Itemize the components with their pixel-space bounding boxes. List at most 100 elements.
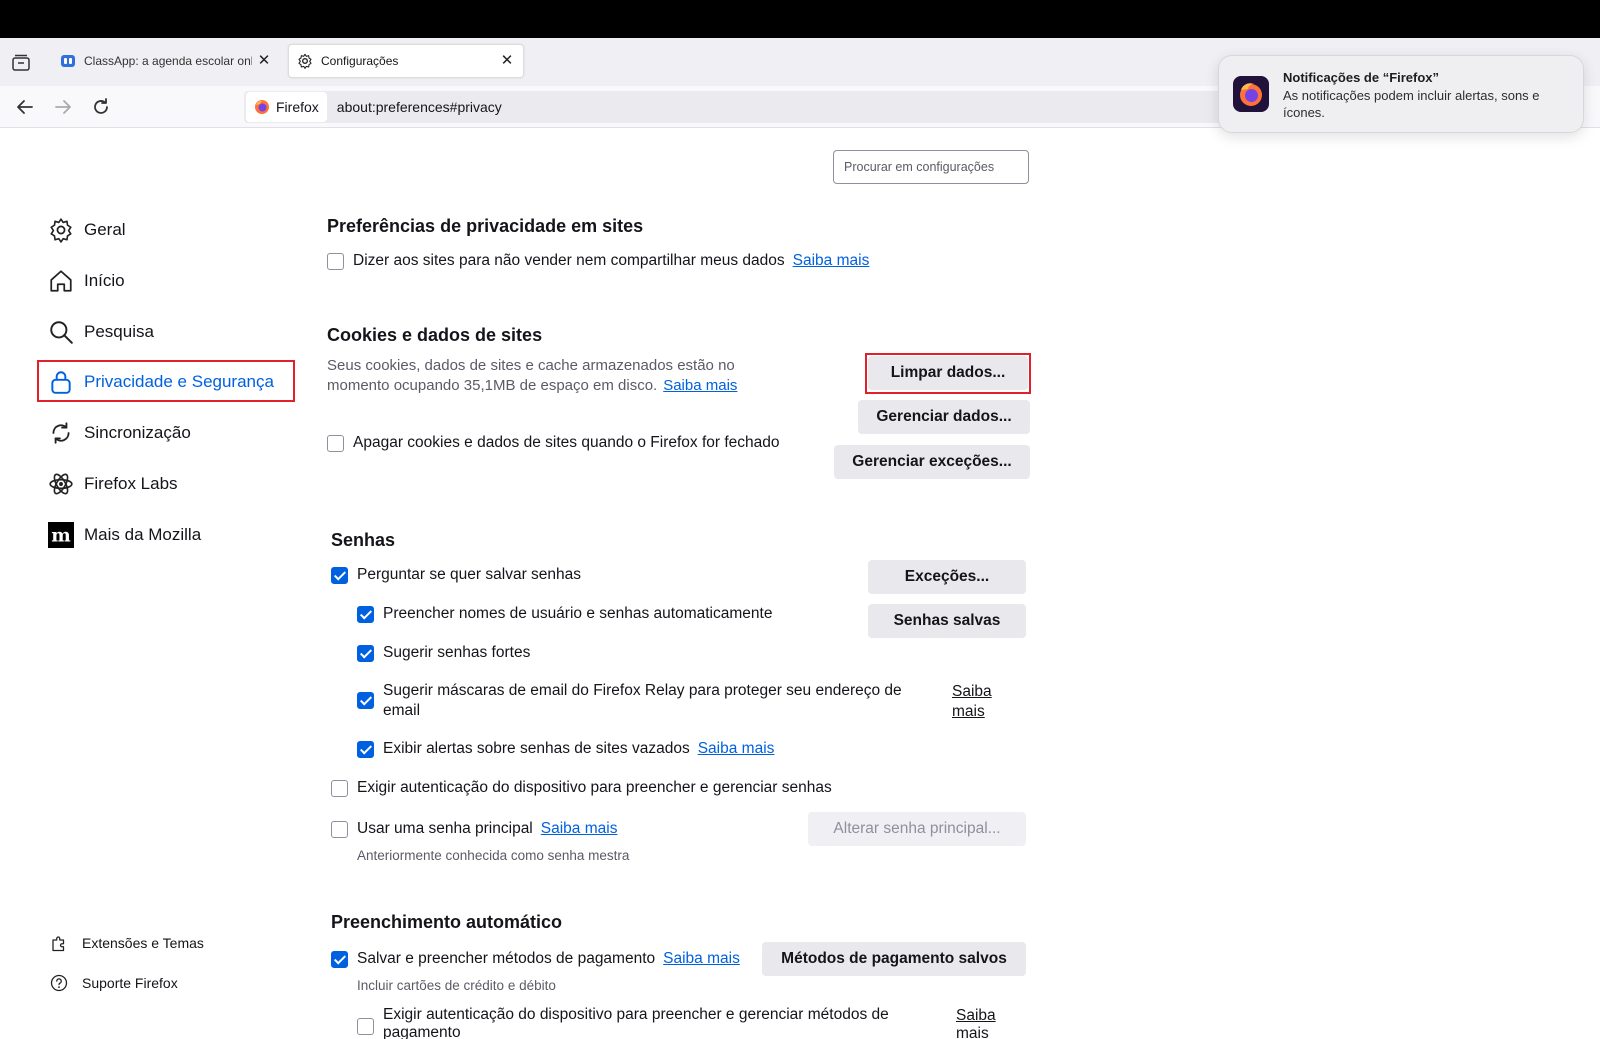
close-tab-icon[interactable]: ✕ <box>256 53 272 69</box>
manage-data-button[interactable]: Gerenciar dados... <box>858 400 1030 434</box>
lock-icon <box>48 369 74 395</box>
gpc-label: Dizer aos sites para não vender nem comp… <box>353 252 785 269</box>
payment-auth-checkbox[interactable] <box>357 1018 374 1035</box>
relay-checkbox[interactable] <box>357 692 374 709</box>
sidebar-footer-extensions[interactable]: Extensões e Temas <box>50 932 204 954</box>
breach-alerts-label: Exibir alertas sobre senhas de sites vaz… <box>383 740 690 757</box>
gpc-row: Dizer aos sites para não vender nem comp… <box>327 252 869 270</box>
password-exceptions-button[interactable]: Exceções... <box>868 560 1026 594</box>
saved-passwords-button[interactable]: Senhas salvas <box>868 604 1026 638</box>
sidebar-item-label: Firefox Labs <box>84 474 178 493</box>
classapp-favicon-icon <box>60 53 76 69</box>
notification-title: Notificações de “Firefox” <box>1283 70 1440 85</box>
clear-data-highlight-box <box>865 353 1031 394</box>
payment-auth-label-line2: pagamento <box>383 1024 461 1039</box>
identity-box[interactable]: Firefox <box>246 92 327 122</box>
sidebar-item-label: Mais da Mozilla <box>84 525 202 544</box>
ask-save-row: Perguntar se quer salvar senhas <box>331 566 581 584</box>
tab-label: Configurações <box>321 54 399 68</box>
delete-on-close-label: Apagar cookies e dados de sites quando o… <box>353 434 780 451</box>
payment-auth-label-line1: Exigir autenticação do dispositivo para … <box>383 1006 889 1023</box>
payment-note: Incluir cartões de crédito e débito <box>357 978 556 993</box>
autofill-logins-row: Preencher nomes de usuário e senhas auto… <box>357 605 772 623</box>
tab-configuracoes[interactable]: Configurações ✕ <box>288 44 524 78</box>
sidebar-item-label: Sincronização <box>84 423 191 442</box>
primary-password-label: Usar uma senha principal <box>357 820 533 837</box>
payment-auth-learn-more-link-2[interactable]: mais <box>956 1024 989 1039</box>
sidebar-item-privacidade[interactable]: Privacidade e Segurança <box>48 367 274 397</box>
relay-label-line2: email <box>383 702 421 719</box>
tab-manager-icon[interactable] <box>10 52 32 74</box>
suggest-strong-label: Sugerir senhas fortes <box>383 644 531 661</box>
tab-classapp[interactable]: ClassApp: a agenda escolar online ✕ <box>52 44 280 78</box>
sidebar-item-label: Pesquisa <box>84 322 154 341</box>
close-tab-icon[interactable]: ✕ <box>499 53 515 69</box>
payment-methods-label: Salvar e preencher métodos de pagamento <box>357 950 656 967</box>
payment-learn-more-link[interactable]: Saiba mais <box>663 950 740 968</box>
cookies-learn-more-link[interactable]: Saiba mais <box>663 376 737 396</box>
sidebar-item-inicio[interactable]: Início <box>48 266 125 296</box>
sidebar-item-firefox-labs[interactable]: Firefox Labs <box>48 469 178 499</box>
notification-body: As notificações podem incluir alertas, s… <box>1283 88 1540 120</box>
system-notification[interactable]: Notificações de “Firefox” As notificaçõe… <box>1218 55 1584 133</box>
home-icon <box>48 268 74 294</box>
help-icon <box>50 974 68 992</box>
payment-auth-learn-more-link[interactable]: Saiba <box>956 1006 996 1026</box>
labs-icon <box>48 471 74 497</box>
url-bar[interactable]: Firefox about:preferences#privacy <box>244 91 1244 123</box>
back-icon[interactable] <box>14 96 36 118</box>
autofill-logins-label: Preencher nomes de usuário e senhas auto… <box>383 605 773 622</box>
manage-exceptions-button[interactable]: Gerenciar exceções... <box>834 445 1030 479</box>
primary-password-note: Anteriormente conhecida como senha mestr… <box>357 848 630 863</box>
reload-icon[interactable] <box>90 96 112 118</box>
relay-learn-more-link-2[interactable]: mais <box>952 702 985 722</box>
cookies-description-line2: momento ocupando 35,1MB de espaço em dis… <box>327 376 737 396</box>
forward-icon[interactable] <box>52 96 74 118</box>
autofill-logins-checkbox[interactable] <box>357 605 374 623</box>
delete-on-close-checkbox[interactable] <box>327 434 344 452</box>
device-auth-label: Exigir autenticação do dispositivo para … <box>357 779 832 796</box>
section-title-cookies: Cookies e dados de sites <box>327 325 543 345</box>
puzzle-icon <box>50 934 68 952</box>
breach-learn-more-link[interactable]: Saiba mais <box>698 740 775 758</box>
gear-icon <box>297 53 313 69</box>
section-title-passwords: Senhas <box>331 530 396 550</box>
device-auth-row: Exigir autenticação do dispositivo para … <box>331 779 832 797</box>
sync-icon <box>48 420 74 446</box>
change-primary-password-button[interactable]: Alterar senha principal... <box>808 812 1026 846</box>
gear-icon <box>48 217 74 243</box>
gpc-learn-more-link[interactable]: Saiba mais <box>793 252 870 270</box>
primary-password-checkbox[interactable] <box>331 820 348 838</box>
sidebar-footer-support[interactable]: Suporte Firefox <box>50 972 178 994</box>
suggest-strong-checkbox[interactable] <box>357 644 374 662</box>
sidebar-item-geral[interactable]: Geral <box>48 215 126 245</box>
sidebar-item-pesquisa[interactable]: Pesquisa <box>48 317 154 347</box>
cookies-description-line1: Seus cookies, dados de sites e cache arm… <box>327 357 735 374</box>
payment-methods-row: Salvar e preencher métodos de pagamento … <box>331 950 740 968</box>
sidebar-footer-label: Extensões e Temas <box>82 935 204 951</box>
gpc-checkbox[interactable] <box>327 252 344 270</box>
sidebar-item-mozilla[interactable]: m Mais da Mozilla <box>48 520 201 550</box>
settings-search-input[interactable]: Procurar em configurações <box>833 150 1029 184</box>
suggest-strong-row: Sugerir senhas fortes <box>357 644 530 662</box>
sidebar-item-sincronizacao[interactable]: Sincronização <box>48 418 191 448</box>
payment-methods-checkbox[interactable] <box>331 950 348 968</box>
device-auth-checkbox[interactable] <box>331 779 348 797</box>
url-text[interactable]: about:preferences#privacy <box>337 99 502 115</box>
breach-alerts-checkbox[interactable] <box>357 740 374 758</box>
breach-alerts-row: Exibir alertas sobre senhas de sites vaz… <box>357 740 774 758</box>
section-title-privacy-prefs: Preferências de privacidade em sites <box>327 216 644 236</box>
primary-password-learn-more-link[interactable]: Saiba mais <box>541 820 618 838</box>
saved-payment-methods-button[interactable]: Métodos de pagamento salvos <box>762 942 1026 976</box>
sidebar-item-label: Geral <box>84 220 126 239</box>
mozilla-icon: m <box>48 522 74 548</box>
delete-on-close-row: Apagar cookies e dados de sites quando o… <box>327 434 780 452</box>
firefox-app-icon <box>1233 76 1269 112</box>
search-icon <box>48 319 74 345</box>
primary-password-row: Usar uma senha principal Saiba mais <box>331 820 617 838</box>
ask-save-checkbox[interactable] <box>331 566 348 584</box>
sidebar-footer-label: Suporte Firefox <box>82 975 178 991</box>
section-title-autofill: Preenchimento automático <box>331 912 563 932</box>
sidebar-item-label: Início <box>84 271 125 290</box>
relay-learn-more-link[interactable]: Saiba <box>952 682 992 702</box>
